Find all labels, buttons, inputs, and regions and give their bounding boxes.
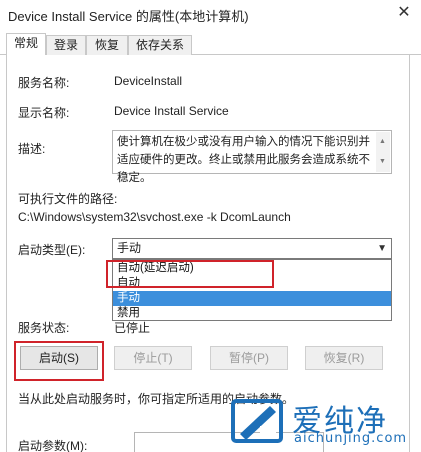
startup-type-label: 启动类型(E):	[18, 243, 86, 257]
title-bar: Device Install Service 的属性(本地计算机) ✕	[0, 0, 421, 28]
pause-button[interactable]: 暂停(P)	[210, 346, 288, 370]
option-manual[interactable]: 手动	[113, 291, 391, 306]
resume-button[interactable]: 恢复(R)	[305, 346, 383, 370]
service-name-label: 服务名称:	[18, 76, 70, 90]
description-scrollbar[interactable]: ▲ ▼	[376, 132, 390, 172]
scroll-up-icon[interactable]: ▲	[379, 133, 386, 151]
description-label: 描述:	[18, 142, 46, 156]
startup-type-value: 手动	[117, 241, 142, 255]
tab-dependencies[interactable]: 依存关系	[128, 35, 192, 55]
window-title: Device Install Service 的属性(本地计算机)	[8, 9, 249, 24]
highlight-auto-options	[106, 260, 274, 288]
highlight-start-button	[14, 341, 104, 381]
status-label: 服务状态:	[18, 321, 70, 335]
exe-path-value: C:\Windows\system32\svchost.exe -k DcomL…	[18, 210, 291, 224]
service-name-value: DeviceInstall	[114, 74, 183, 88]
scroll-down-icon[interactable]: ▼	[379, 153, 386, 171]
startup-type-select[interactable]: 手动 ▼	[112, 238, 392, 259]
display-name-label: 显示名称:	[18, 106, 70, 120]
description-textbox[interactable]: 使计算机在极少或没有用户输入的情况下能识别并适应硬件的更改。终止或禁用此服务会造…	[112, 130, 392, 184]
tab-strip: 常规 登录 恢复 依存关系	[0, 33, 421, 56]
chevron-down-icon[interactable]: ▼	[377, 239, 387, 258]
option-disabled[interactable]: 禁用	[113, 306, 391, 321]
tab-general[interactable]: 常规	[6, 33, 46, 56]
brand-url: aichunjing.com	[294, 431, 408, 446]
close-icon[interactable]: ✕	[393, 2, 415, 24]
stop-button[interactable]: 停止(T)	[114, 346, 192, 370]
status-value: 已停止	[114, 321, 151, 335]
watermark: 爱纯净 aichunjing.com	[222, 388, 421, 452]
brand-logo-icon	[231, 399, 283, 443]
tab-logon[interactable]: 登录	[46, 35, 86, 55]
params-label: 启动参数(M):	[18, 439, 88, 452]
exe-path-label: 可执行文件的路径:	[18, 192, 118, 206]
tab-recovery[interactable]: 恢复	[86, 35, 128, 55]
display-name-value: Device Install Service	[114, 104, 229, 118]
